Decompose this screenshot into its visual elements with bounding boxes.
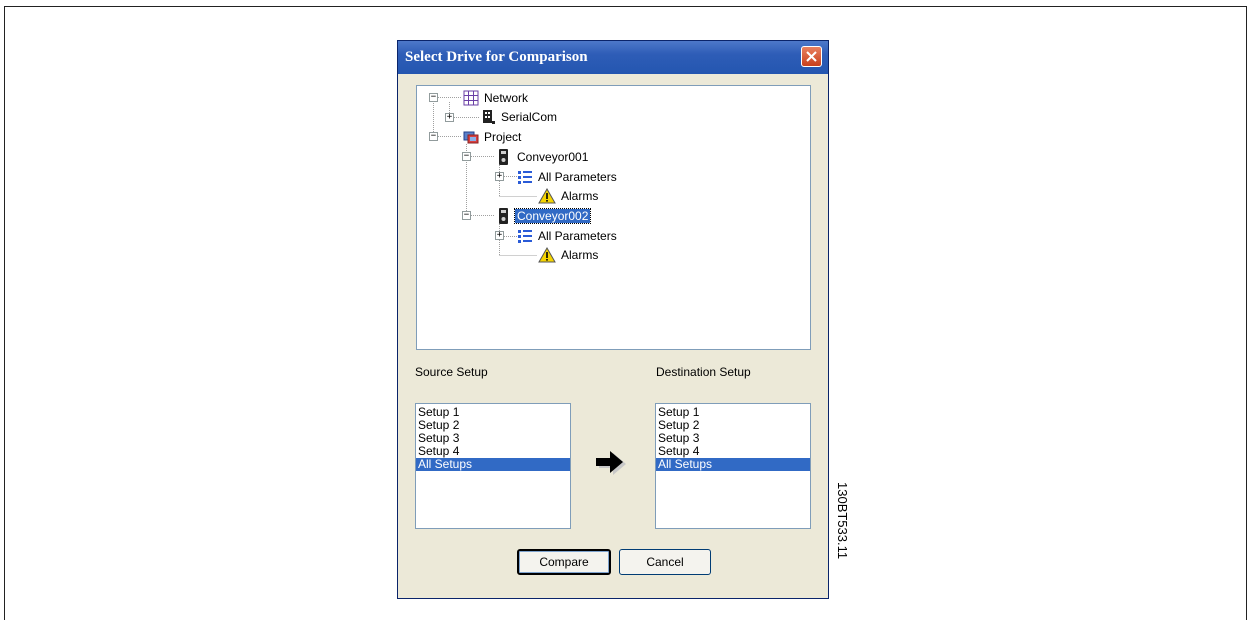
expander-conveyor002[interactable]: − [462, 211, 471, 220]
expander-c1-params[interactable]: + [495, 172, 504, 181]
figure-code: 130BT533.11 [835, 482, 850, 600]
tree-label-network: Network [484, 91, 529, 105]
expander-c2-params[interactable]: + [495, 231, 504, 240]
close-button[interactable] [801, 46, 822, 67]
tree-item-c1-all-parameters[interactable]: All Parameters [517, 168, 619, 186]
tree-item-network[interactable]: Network [463, 89, 530, 107]
tree-item-serialcom[interactable]: SerialCom [480, 108, 559, 126]
drive-icon [496, 208, 512, 224]
copy-arrow-icon [596, 451, 626, 475]
tree-item-conveyor001[interactable]: Conveyor001 [496, 148, 590, 166]
tree-item-c2-alarms[interactable]: Alarms [538, 246, 600, 264]
compare-button[interactable]: Compare [517, 549, 611, 575]
serial-port-icon [480, 109, 496, 125]
expander-conveyor001[interactable]: − [462, 152, 471, 161]
close-icon [806, 51, 817, 62]
warning-icon [538, 187, 556, 204]
tree-label-serialcom: SerialCom [501, 110, 558, 124]
project-icon [463, 129, 479, 145]
expander-project[interactable]: − [429, 132, 438, 141]
title-bar[interactable]: Select Drive for Comparison [398, 41, 828, 74]
tree-label-c2-params: All Parameters [538, 229, 617, 243]
tree-label-project: Project [484, 130, 522, 144]
figure-code-text: 130BT533.11 [835, 482, 850, 560]
destination-setup-label: Destination Setup [656, 365, 751, 379]
destination-option-selected[interactable]: All Setups [656, 458, 810, 471]
tree-item-conveyor002[interactable]: Conveyor002 [496, 207, 592, 225]
figure-frame-right [1246, 6, 1247, 620]
parameter-list-icon [517, 169, 533, 185]
source-setup-listbox[interactable]: Setup 1 Setup 2 Setup 3 Setup 4 All Setu… [415, 403, 571, 529]
parameter-list-icon [517, 228, 533, 244]
tree-label-c1-alarms: Alarms [561, 189, 599, 203]
tree-item-c2-all-parameters[interactable]: All Parameters [517, 227, 619, 245]
tree-item-project[interactable]: Project [463, 128, 523, 146]
tree-item-c1-alarms[interactable]: Alarms [538, 187, 600, 205]
destination-setup-listbox[interactable]: Setup 1 Setup 2 Setup 3 Setup 4 All Setu… [655, 403, 811, 529]
cancel-button[interactable]: Cancel [619, 549, 711, 575]
expander-serialcom[interactable]: + [445, 113, 454, 122]
tree-label-c1-params: All Parameters [538, 170, 617, 184]
expander-network[interactable]: − [429, 93, 438, 102]
source-setup-label: Source Setup [415, 365, 488, 379]
drive-icon [496, 149, 512, 165]
source-option-selected[interactable]: All Setups [416, 458, 570, 471]
tree-label-conveyor002: Conveyor002 [513, 208, 592, 224]
warning-icon [538, 246, 556, 263]
dialog-title: Select Drive for Comparison [405, 49, 588, 65]
network-grid-icon [463, 90, 479, 106]
tree-label-conveyor001: Conveyor001 [517, 150, 589, 164]
drive-tree-view[interactable]: − + − − + − + Network SerialCom Project … [416, 85, 811, 350]
tree-label-c2-alarms: Alarms [561, 248, 599, 262]
tree-connector-lines [433, 97, 537, 256]
select-drive-dialog: Select Drive for Comparison − + − − + − … [397, 40, 829, 599]
